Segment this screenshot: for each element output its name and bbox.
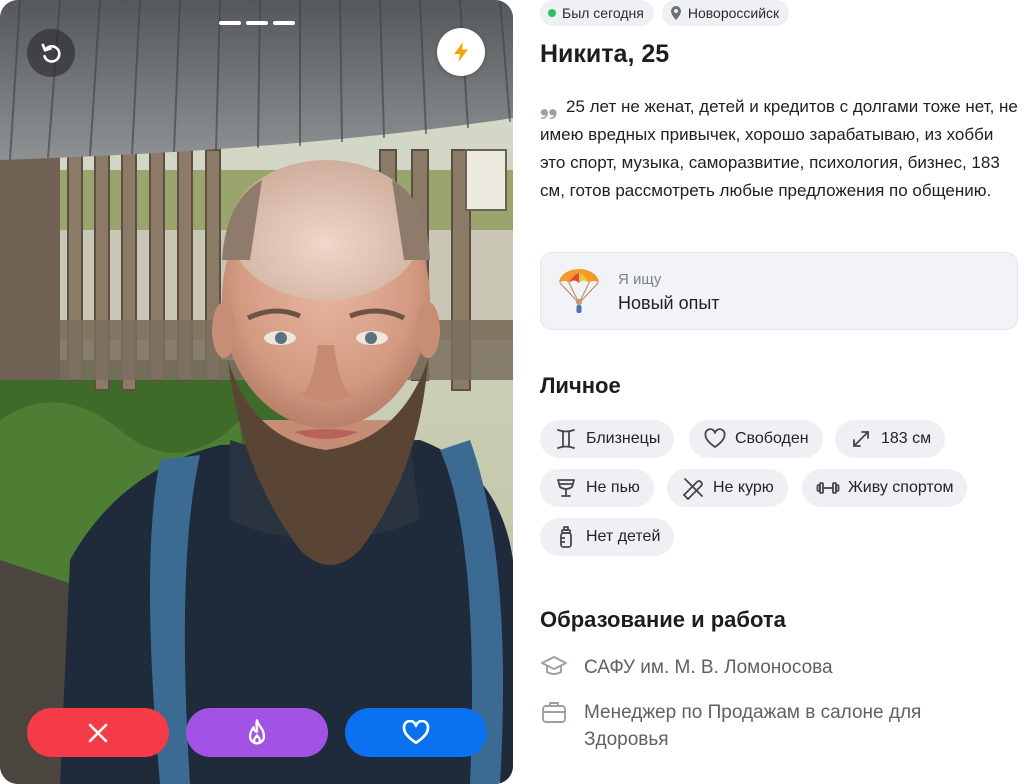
pager-dot[interactable] xyxy=(219,21,241,25)
dumbbell-icon xyxy=(816,482,840,494)
education-school: САФУ им. М. В. Ломоносова xyxy=(584,657,833,678)
tag-drinking: Не пью xyxy=(540,469,654,507)
profile-photo-card[interactable] xyxy=(0,0,513,784)
no-smoking-icon xyxy=(683,478,703,500)
gemini-icon xyxy=(557,429,575,449)
education-job-row: Менеджер по Продажам в салоне для Здоров… xyxy=(540,699,984,753)
tag-label: Нет детей xyxy=(586,528,661,545)
undo-button[interactable] xyxy=(27,29,75,77)
tag-label: 183 см xyxy=(881,430,932,447)
dislike-button[interactable] xyxy=(27,708,169,757)
online-status-text: Был сегодня xyxy=(562,5,644,21)
close-icon xyxy=(88,723,108,742)
quote-icon: ❟❟ xyxy=(540,94,558,119)
tag-label: Близнецы xyxy=(586,430,661,447)
personal-section-title: Личное xyxy=(540,373,621,398)
tag-label: Живу спортом xyxy=(848,479,954,496)
tag-children: Нет детей xyxy=(540,518,675,556)
looking-for-value: Новый опыт xyxy=(618,293,720,313)
city-chip: Новороссийск xyxy=(661,0,790,26)
tag-relationship: Свободен xyxy=(689,420,823,458)
glass-icon xyxy=(557,479,575,497)
looking-for-label: Я ищу xyxy=(618,271,662,288)
online-status-chip: Был сегодня xyxy=(540,0,654,26)
pager-dot[interactable] xyxy=(246,21,268,25)
profile-photo xyxy=(0,0,513,784)
parachute-icon xyxy=(559,269,599,313)
flame-icon xyxy=(248,718,266,745)
location-pin-icon xyxy=(670,6,681,20)
undo-icon xyxy=(41,43,61,63)
tag-sport: Живу спортом xyxy=(802,469,968,507)
super-like-button[interactable] xyxy=(186,708,328,757)
education-school-row: САФУ им. М. В. Ломоносова xyxy=(540,654,833,681)
tag-height: 183 см xyxy=(835,420,946,458)
heart-icon xyxy=(402,719,430,744)
looking-for-card: Я ищу Новый опыт xyxy=(540,252,1018,330)
profile-bio: ❟❟ 25 лет не женат, детей и кредитов с до… xyxy=(540,93,1018,205)
photo-pager xyxy=(219,21,295,25)
boost-button[interactable] xyxy=(437,28,485,76)
like-button[interactable] xyxy=(345,708,487,757)
action-bar xyxy=(27,708,487,757)
education-section-title: Образование и работа xyxy=(540,607,786,632)
tag-smoking: Не курю xyxy=(667,469,788,507)
briefcase-icon xyxy=(542,702,566,723)
pager-dot[interactable] xyxy=(273,21,295,25)
tag-label: Не курю xyxy=(713,479,774,496)
heart-outline-icon xyxy=(704,428,726,448)
profile-name: Никита, 25 xyxy=(540,40,670,68)
tag-label: Не пью xyxy=(586,479,640,496)
tag-zodiac: Близнецы xyxy=(540,420,675,458)
lightning-icon xyxy=(454,42,468,62)
online-dot-icon xyxy=(548,9,556,17)
city-text: Новороссийск xyxy=(687,5,780,21)
graduation-cap-icon xyxy=(541,656,567,675)
status-row: Был сегодня Новороссийск xyxy=(540,0,790,26)
baby-bottle-icon xyxy=(560,526,572,548)
tag-label: Свободен xyxy=(735,430,809,447)
bio-text: 25 лет не женат, детей и кредитов с долг… xyxy=(540,97,1018,200)
education-job: Менеджер по Продажам в салоне для Здоров… xyxy=(584,702,922,750)
height-arrows-icon xyxy=(853,431,869,447)
